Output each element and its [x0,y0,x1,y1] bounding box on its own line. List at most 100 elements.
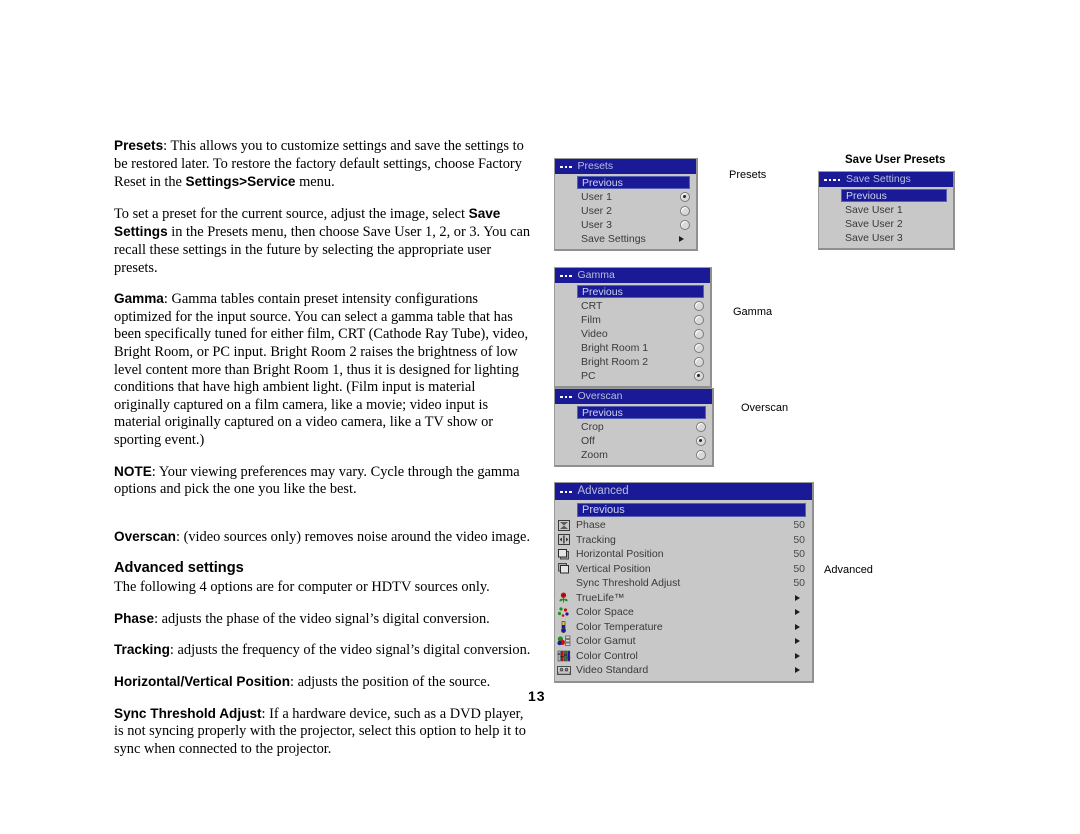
term-settings-service: Settings>Service [185,174,296,190]
chevron-right-icon [795,652,805,659]
menu-item-crt[interactable]: CRT [555,299,710,313]
menu-item-phase[interactable]: Phase 50 [555,518,812,533]
paragraph-tracking: Tracking: adjusts the frequency of the v… [114,641,532,660]
radio-bright-room-2[interactable] [694,357,704,367]
radio-zoom[interactable] [696,450,706,460]
paragraph-sync-threshold: Sync Threshold Adjust: If a hardware dev… [114,705,532,759]
save-settings-menu-body: Previous Save User 1 Save User 2 Save Us… [819,187,953,248]
radio-off[interactable] [696,436,706,446]
menu-item-save-user-2[interactable]: Save User 2 [819,217,953,231]
menu-item-tracking[interactable]: Tracking 50 [555,533,812,548]
menu-item-film[interactable]: Film [555,313,710,327]
term-presets: Presets [114,138,164,153]
paragraph-presets-tail: menu. [295,174,335,191]
radio-user-1[interactable] [680,192,690,202]
paragraph-gamma-text: : Gamma tables contain preset intensity … [114,291,529,448]
color-control-icon [555,650,572,662]
radio-crt[interactable] [694,301,704,311]
page-number: 13 [528,688,546,704]
menu-item-previous[interactable]: Previous [577,503,806,517]
menu-item-film-label: Film [581,314,601,326]
save-settings-menu-titlebar: Save Settings [819,172,953,187]
menu-item-horizontal-position[interactable]: Horizontal Position 50 [555,547,812,562]
menu-item-sync-threshold-adjust-label: Sync Threshold Adjust [576,577,681,590]
menu-item-video-standard[interactable]: Video Standard [555,663,812,678]
caption-overscan: Overscan [741,402,789,414]
presets-menu[interactable]: Presets Previous User 1 User 2 User 3 Sa… [554,158,698,251]
menu-item-crop[interactable]: Crop [555,420,712,434]
radio-bright-room-1[interactable] [694,343,704,353]
menu-item-user-3[interactable]: User 3 [555,218,696,232]
menu-item-color-space-label: Color Space [576,606,634,619]
menu-item-previous-label: Previous [582,285,623,298]
menu-item-pc[interactable]: PC [555,369,710,383]
menu-item-save-settings[interactable]: Save Settings [555,232,696,246]
save-settings-menu[interactable]: Save Settings Previous Save User 1 Save … [818,171,955,250]
menu-item-zoom[interactable]: Zoom [555,448,712,462]
menu-item-save-settings-label: Save Settings [581,233,646,245]
radio-video[interactable] [694,329,704,339]
radio-film[interactable] [694,315,704,325]
radio-pc[interactable] [694,371,704,381]
body-text-column: Presets: This allows you to customize se… [114,137,532,771]
presets-menu-body: Previous User 1 User 2 User 3 Save Setti… [555,174,696,249]
menu-item-color-control[interactable]: Color Control [555,649,812,664]
caption-gamma: Gamma [733,306,773,318]
menu-item-previous[interactable]: Previous [577,176,690,189]
presets-menu-title: Presets [577,160,614,172]
advanced-menu[interactable]: Advanced Previous Phase 50 Tracking 50 H… [554,482,814,683]
menu-item-bright-room-1-label: Bright Room 1 [581,342,649,354]
radio-crop[interactable] [696,422,706,432]
menu-item-vertical-position-value: 50 [793,562,805,575]
menu-item-off[interactable]: Off [555,434,712,448]
gamma-menu-title: Gamma [577,269,615,281]
menu-item-bright-room-2-label: Bright Room 2 [581,356,649,368]
chevron-right-icon [795,667,805,674]
menu-item-previous[interactable]: Previous [577,285,704,298]
menu-item-save-user-3[interactable]: Save User 3 [819,231,953,245]
menu-item-color-temperature-label: Color Temperature [576,620,663,633]
radio-user-3[interactable] [680,220,690,230]
gamma-menu[interactable]: Gamma Previous CRT Film Video Bright Roo… [554,267,712,388]
menu-item-sync-threshold-adjust-value: 50 [793,577,805,590]
menu-item-color-temperature[interactable]: Color Temperature [555,620,812,635]
menu-item-save-user-1[interactable]: Save User 1 [819,203,953,217]
presets-menu-titlebar: Presets [555,159,696,174]
menu-item-color-gamut[interactable]: Color Gamut [555,634,812,649]
menu-item-user-2-label: User 2 [581,205,612,217]
menu-item-truelife[interactable]: TrueLife™ [555,591,812,606]
paragraph-overscan: Overscan: (video sources only) removes n… [114,528,532,547]
overscan-menu-body: Previous Crop Off Zoom [555,404,712,465]
menu-item-color-gamut-label: Color Gamut [576,635,636,648]
tracking-icon [555,534,572,546]
menu-item-previous[interactable]: Previous [841,189,947,202]
menu-item-bright-room-1[interactable]: Bright Room 1 [555,341,710,355]
menu-item-vertical-position[interactable]: Vertical Position 50 [555,562,812,577]
three-dots-icon [560,490,572,494]
heading-advanced-settings: Advanced settings [114,560,244,577]
menu-item-user-1[interactable]: User 1 [555,190,696,204]
menu-item-save-user-1-label: Save User 1 [845,204,903,216]
color-gamut-icon [555,635,572,647]
overscan-menu[interactable]: Overscan Previous Crop Off Zoom [554,388,714,467]
menu-item-previous[interactable]: Previous [577,406,706,419]
menu-item-horizontal-position-label: Horizontal Position [576,548,664,561]
menu-item-color-space[interactable]: Color Space [555,605,812,620]
chevron-right-icon [795,623,805,630]
menu-item-video-standard-label: Video Standard [576,664,649,677]
term-sync-threshold: Sync Threshold Adjust [114,705,262,721]
phase-icon [555,519,572,531]
radio-user-2[interactable] [680,206,690,216]
term-hv-position: Horizontal/Vertical Position [114,674,290,690]
menu-item-bright-room-2[interactable]: Bright Room 2 [555,355,710,369]
overscan-menu-title: Overscan [577,390,623,402]
menu-item-sync-threshold-adjust[interactable]: Sync Threshold Adjust 50 [555,576,812,591]
menu-item-tracking-label: Tracking [576,533,616,546]
menu-item-video[interactable]: Video [555,327,710,341]
term-tracking: Tracking [114,642,170,658]
term-note: NOTE [114,463,152,479]
paragraph-hv-position-text: : adjusts the position of the source. [290,674,491,691]
overscan-menu-titlebar: Overscan [555,389,712,404]
menu-item-vertical-position-label: Vertical Position [576,562,651,575]
menu-item-user-2[interactable]: User 2 [555,204,696,218]
